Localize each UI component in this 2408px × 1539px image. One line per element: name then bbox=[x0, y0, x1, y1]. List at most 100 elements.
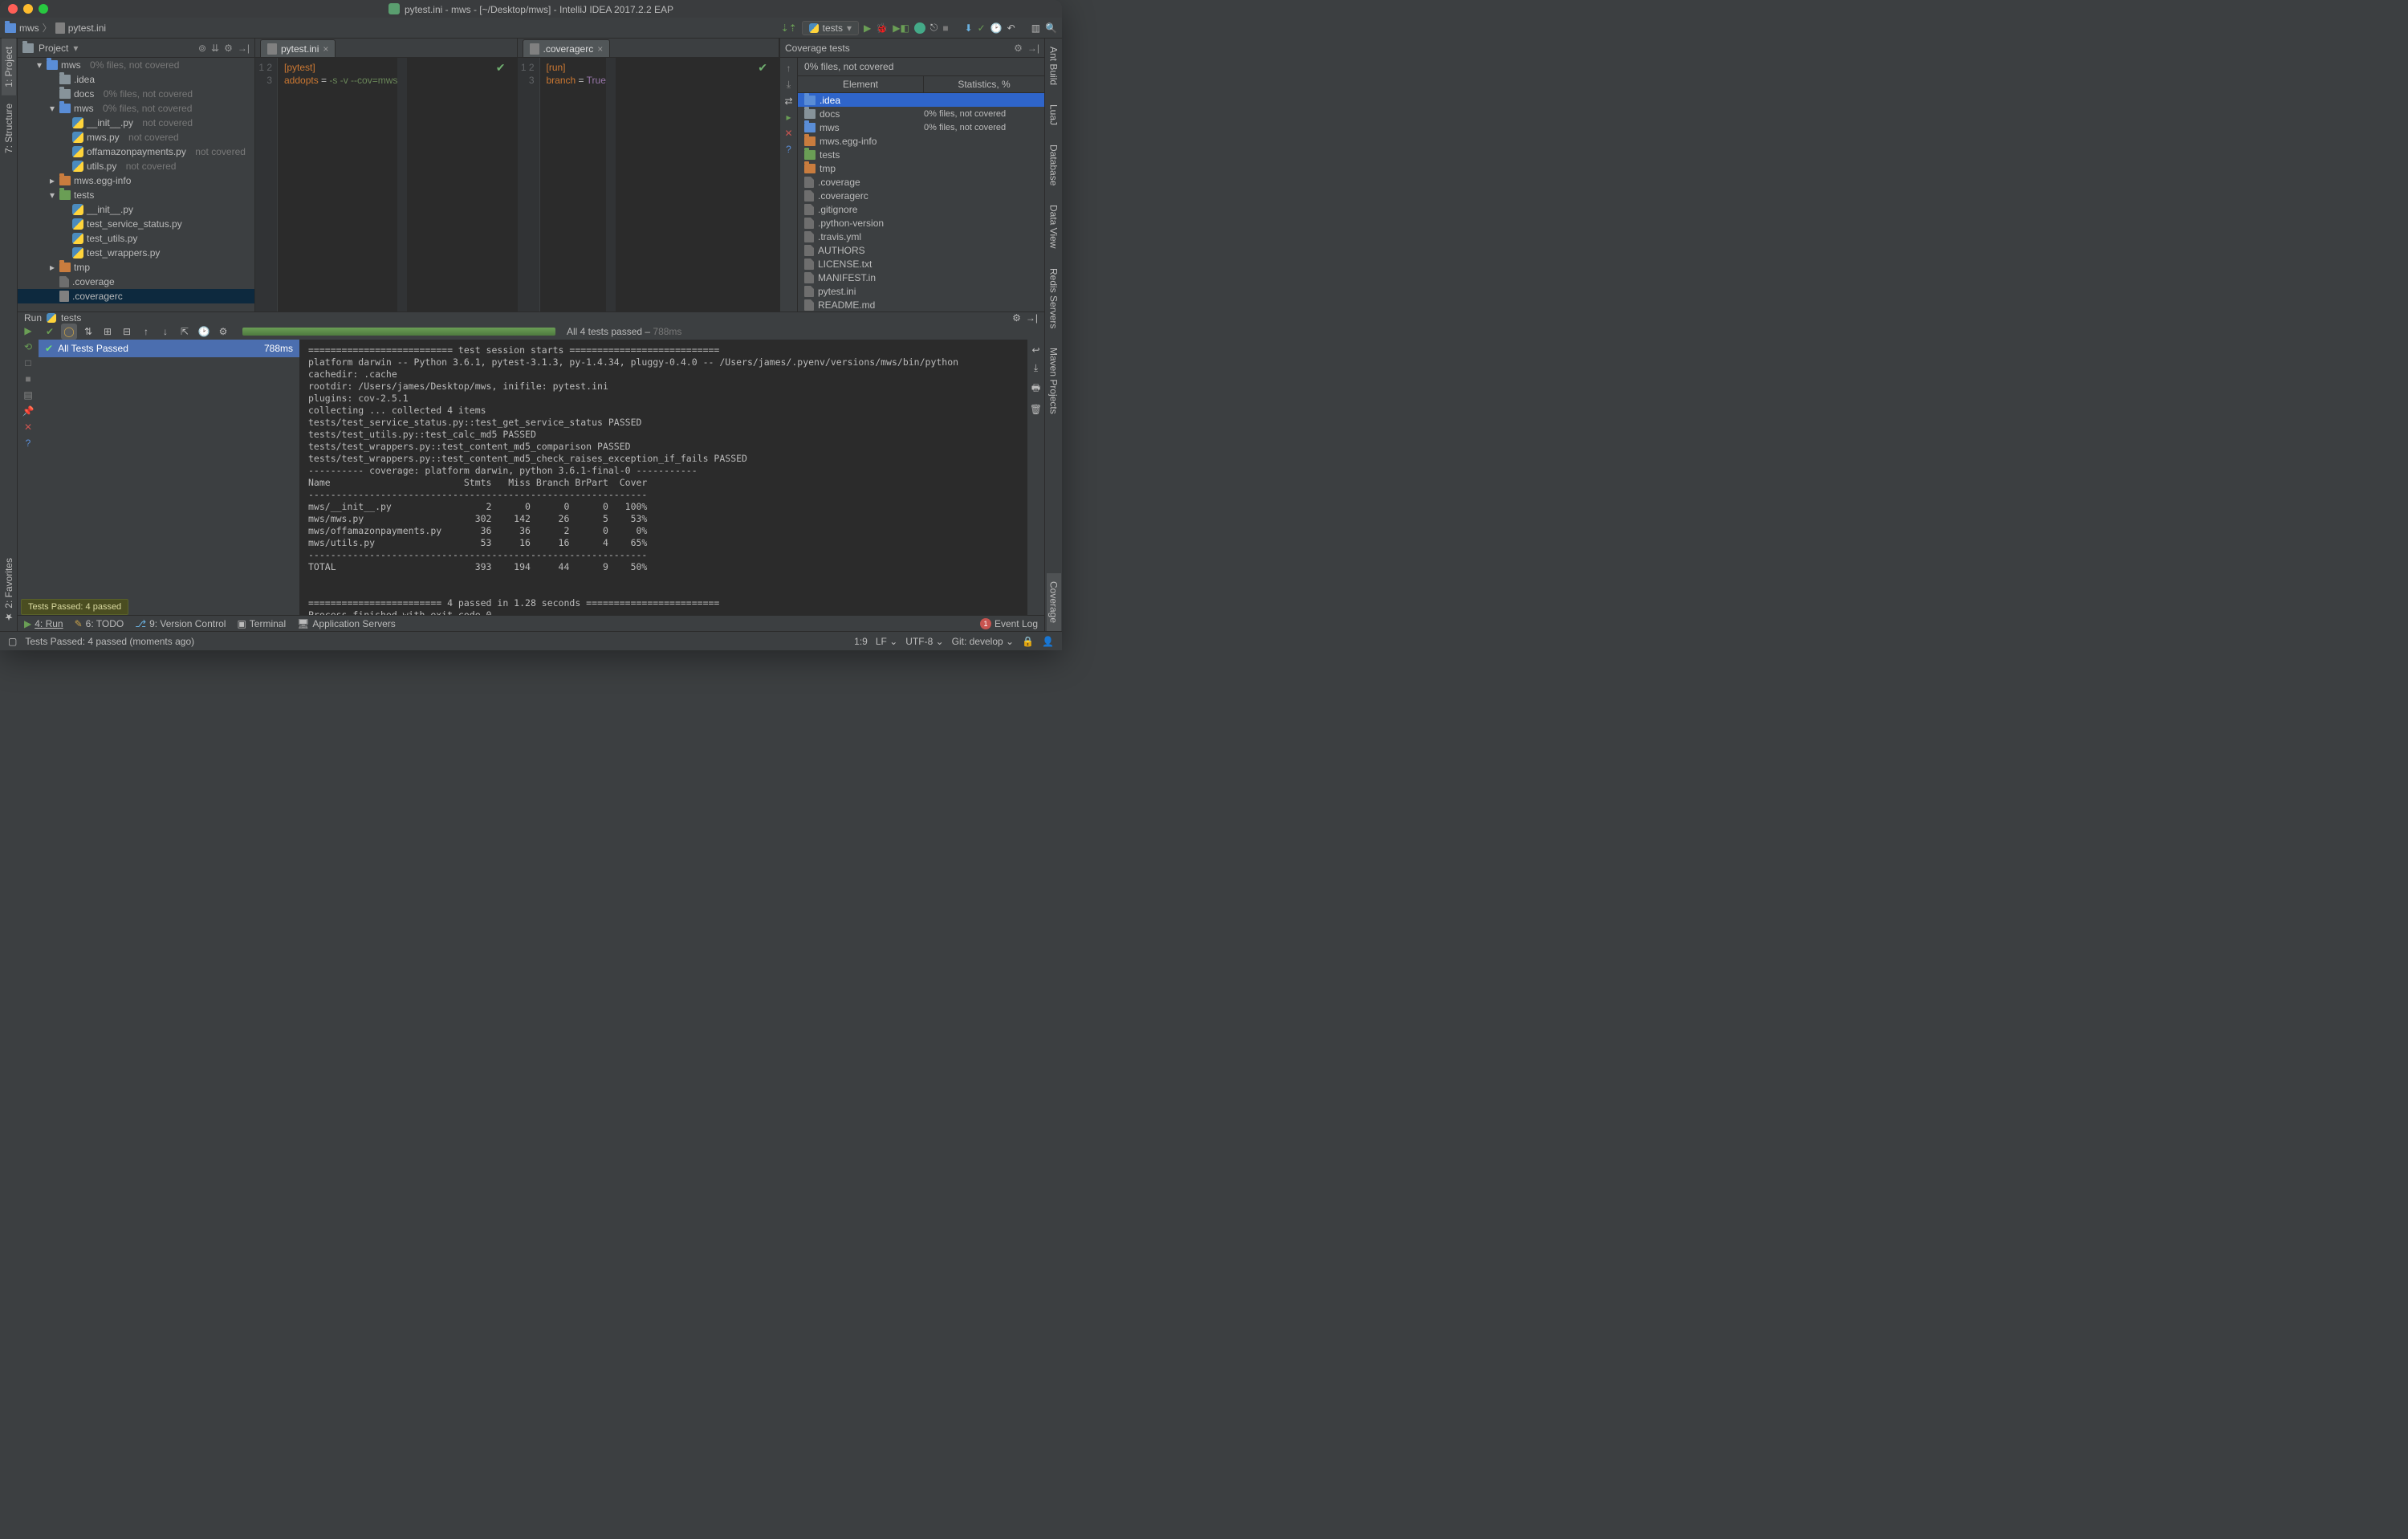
help-icon[interactable]: ? bbox=[26, 438, 31, 449]
tree-row[interactable]: test_wrappers.py bbox=[18, 246, 254, 260]
vcs-revert-icon[interactable]: ↶ bbox=[1007, 22, 1015, 34]
close-tab-icon[interactable]: × bbox=[597, 43, 603, 55]
inspections-icon[interactable]: 👤 bbox=[1042, 636, 1054, 647]
tree-row[interactable]: ▾mws 0% files, not covered bbox=[18, 58, 254, 72]
close-icon[interactable]: ✕ bbox=[24, 421, 32, 433]
cov-flatten-icon[interactable]: ⤓ bbox=[787, 79, 791, 91]
cov-up-icon[interactable]: ↑ bbox=[787, 63, 791, 74]
coverage-row[interactable]: docs0% files, not covered bbox=[798, 107, 1044, 120]
sort-icon[interactable]: ⇅ bbox=[80, 324, 96, 340]
coverage-row[interactable]: LICENSE.txt bbox=[798, 257, 1044, 271]
coverage-row[interactable]: mws.egg-info bbox=[798, 134, 1044, 148]
breadcrumb[interactable]: mws〉 pytest.ini bbox=[5, 21, 106, 35]
clear-icon[interactable]: 🗑 bbox=[1030, 404, 1042, 415]
vcs-update-icon[interactable]: ⬇ bbox=[965, 22, 973, 34]
settings-icon[interactable]: ⚙ bbox=[224, 43, 233, 54]
database-tab[interactable]: Database bbox=[1047, 136, 1061, 193]
make-icon[interactable]: ⇣⇡ bbox=[781, 22, 797, 34]
editor-tab[interactable]: pytest.ini× bbox=[260, 39, 336, 57]
code-area[interactable]: [run] branch = True bbox=[540, 58, 606, 311]
maven-tab[interactable]: Maven Projects bbox=[1047, 340, 1061, 422]
coverage-settings-icon[interactable]: ⚙ bbox=[1014, 43, 1023, 54]
prev-icon[interactable]: ↑ bbox=[138, 324, 154, 340]
dump-icon[interactable]: ▤ bbox=[23, 389, 32, 401]
coverage-row[interactable]: MANIFEST.in bbox=[798, 271, 1044, 284]
ant-build-tab[interactable]: Ant Build bbox=[1047, 39, 1061, 93]
run-coverage-icon[interactable]: ▶◧ bbox=[893, 22, 909, 34]
history-icon[interactable]: 🕑 bbox=[196, 324, 212, 340]
debug-icon[interactable]: 🐞 bbox=[876, 22, 888, 34]
redis-tab[interactable]: Redis Servers bbox=[1047, 260, 1061, 336]
editor-tab[interactable]: .coveragerc× bbox=[523, 39, 611, 57]
toggle-auto-icon[interactable]: □ bbox=[25, 357, 31, 368]
run-tab[interactable]: ▶4: Run bbox=[24, 618, 63, 629]
caret-position[interactable]: 1:9 bbox=[854, 636, 868, 647]
rerun-failed-icon[interactable]: ⟲ bbox=[24, 341, 32, 352]
coverage-row[interactable]: tmp bbox=[798, 161, 1044, 175]
coverage-row[interactable]: tests bbox=[798, 148, 1044, 161]
editor[interactable]: 1 2 3[pytest] addopts = -s -v --cov=mws … bbox=[255, 58, 517, 311]
run-stop-icon[interactable]: ■ bbox=[25, 373, 31, 385]
git-branch[interactable]: Git: develop ⌄ bbox=[952, 636, 1014, 647]
window-close-icon[interactable] bbox=[8, 4, 18, 14]
luaj-tab[interactable]: LuaJ bbox=[1047, 96, 1061, 133]
run-hide-icon[interactable]: →| bbox=[1026, 312, 1038, 324]
run-settings-icon[interactable]: ⚙ bbox=[1012, 312, 1021, 324]
export-icon[interactable]: ⇱ bbox=[177, 324, 193, 340]
coverage-row[interactable]: mws0% files, not covered bbox=[798, 120, 1044, 134]
coverage-row[interactable]: pytest.ini bbox=[798, 284, 1044, 298]
cov-generate-icon[interactable]: ▸ bbox=[786, 112, 791, 123]
coverage-row[interactable]: AUTHORS bbox=[798, 243, 1044, 257]
show-passed-icon[interactable]: ✔ bbox=[42, 324, 58, 340]
project-title[interactable]: Project bbox=[39, 43, 68, 54]
profile-icon[interactable] bbox=[914, 22, 925, 34]
next-icon[interactable]: ↓ bbox=[157, 324, 173, 340]
cov-help-icon[interactable]: ? bbox=[786, 144, 791, 155]
structure-popup-icon[interactable]: ▥ bbox=[1031, 22, 1040, 34]
cov-close-icon[interactable]: ✕ bbox=[784, 128, 792, 139]
search-everywhere-icon[interactable]: 🔍 bbox=[1045, 22, 1057, 34]
hide-icon[interactable]: →| bbox=[238, 43, 250, 54]
stop-icon[interactable]: ■ bbox=[942, 22, 948, 34]
todo-tab[interactable]: ✎6: TODO bbox=[75, 618, 124, 629]
file-encoding[interactable]: UTF-8 ⌄ bbox=[905, 636, 943, 647]
tree-row[interactable]: utils.py not covered bbox=[18, 159, 254, 173]
coverage-row[interactable]: .coveragerc bbox=[798, 189, 1044, 202]
pin-icon[interactable]: 📌 bbox=[22, 405, 35, 417]
tree-row[interactable]: __init__.py not covered bbox=[18, 116, 254, 130]
editor[interactable]: 1 2 3[run] branch = True ✔ bbox=[518, 58, 779, 311]
show-ignored-icon[interactable]: ◯ bbox=[61, 324, 77, 340]
rerun-icon[interactable]: ▶ bbox=[24, 325, 31, 336]
run-config-selector[interactable]: tests▾ bbox=[802, 21, 859, 35]
run-console[interactable]: ========================== test session … bbox=[300, 340, 1027, 626]
coverage-row[interactable]: README.md bbox=[798, 298, 1044, 311]
coverage-row[interactable]: .gitignore bbox=[798, 202, 1044, 216]
statusbar-togglebar-icon[interactable]: ▢ bbox=[8, 636, 17, 647]
appservers-tab[interactable]: 🖥Application Servers bbox=[297, 618, 396, 629]
error-stripe[interactable] bbox=[606, 58, 616, 311]
collapse-icon[interactable]: ⊟ bbox=[119, 324, 135, 340]
coverage-tab[interactable]: Coverage bbox=[1047, 573, 1061, 631]
window-minimize-icon[interactable] bbox=[23, 4, 33, 14]
vcs-history-icon[interactable]: 🕑 bbox=[990, 22, 1003, 34]
run-icon[interactable]: ▶ bbox=[864, 22, 871, 34]
project-tool-tab[interactable]: 1: Project bbox=[2, 39, 16, 96]
tree-row[interactable]: offamazonpayments.py not covered bbox=[18, 145, 254, 159]
tree-row[interactable]: test_utils.py bbox=[18, 231, 254, 246]
vcs-commit-icon[interactable]: ✓ bbox=[978, 22, 986, 34]
expand-icon[interactable]: ⊞ bbox=[100, 324, 116, 340]
tree-row[interactable]: ▸mws.egg-info bbox=[18, 173, 254, 188]
favorites-tool-tab[interactable]: ★ 2: Favorites bbox=[2, 550, 16, 631]
tree-row[interactable]: .idea bbox=[18, 72, 254, 87]
project-tree[interactable]: ▾mws 0% files, not covered.ideadocs 0% f… bbox=[18, 58, 254, 311]
tree-row[interactable]: mws.py not covered bbox=[18, 130, 254, 145]
tree-row[interactable]: ▸tmp bbox=[18, 260, 254, 275]
soft-wrap-icon[interactable]: ↩ bbox=[1031, 344, 1039, 356]
tree-row[interactable]: ▾tests bbox=[18, 188, 254, 202]
cov-autoscroll-icon[interactable]: ⇄ bbox=[784, 96, 792, 107]
line-separator[interactable]: LF ⌄ bbox=[876, 636, 897, 647]
terminal-tab[interactable]: ▣Terminal bbox=[237, 618, 286, 629]
tree-row[interactable]: .coverage bbox=[18, 275, 254, 289]
locate-icon[interactable]: ⊚ bbox=[198, 43, 206, 54]
window-zoom-icon[interactable] bbox=[39, 4, 48, 14]
